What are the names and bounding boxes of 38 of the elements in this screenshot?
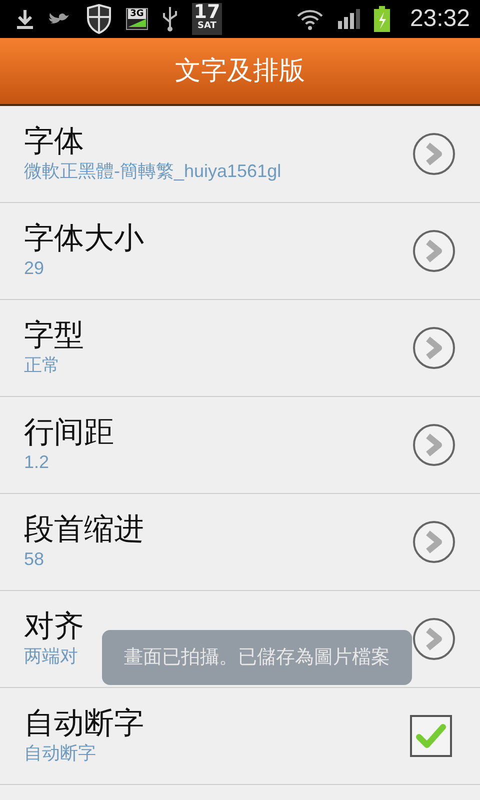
setting-title: 字体大小	[24, 221, 144, 258]
setting-row[interactable]: 字体 微軟正黑體-簡轉繁_huiya1561gl	[0, 106, 480, 203]
setting-title: 行间距	[24, 415, 114, 452]
signal-icon	[338, 9, 360, 29]
battery-charging-icon	[374, 6, 390, 32]
setting-value: 1.2	[24, 451, 50, 474]
chevron-right-icon[interactable]	[412, 617, 456, 661]
setting-title: 段首缩进	[24, 512, 144, 548]
toast-message: 畫面已拍攝。已儲存為圖片檔案	[102, 630, 412, 685]
setting-row[interactable]: 字型 正常	[0, 300, 480, 397]
setting-value: 29	[24, 257, 46, 280]
screen-title: 文字及排版	[175, 54, 305, 88]
shield-icon	[86, 4, 112, 34]
setting-value: 两端对	[24, 645, 79, 668]
setting-row[interactable]: 行间距 1.2	[0, 397, 480, 494]
usb-icon	[162, 6, 178, 32]
chevron-right-icon[interactable]	[412, 132, 456, 176]
setting-value: 58	[24, 548, 46, 572]
download-icon	[16, 8, 34, 30]
chevron-right-icon[interactable]	[412, 326, 456, 370]
calendar-icon: 17 SAT	[192, 3, 222, 35]
setting-value: 正常	[24, 354, 61, 378]
setting-row[interactable]: 自动断字 自动断字	[0, 688, 480, 785]
chevron-right-icon[interactable]	[412, 423, 456, 467]
setting-row[interactable]: 字体大小 29	[0, 203, 480, 300]
chevron-right-icon[interactable]	[412, 520, 456, 564]
checkbox[interactable]	[410, 715, 452, 757]
setting-row[interactable]: 段首缩进 58	[0, 494, 480, 591]
setting-value: 自动断字	[24, 742, 97, 766]
wifi-icon	[296, 8, 324, 30]
setting-title: 字体	[24, 124, 85, 160]
setting-title: 对齐	[24, 609, 84, 646]
chevron-right-icon[interactable]	[412, 229, 456, 273]
setting-title: 字型	[24, 318, 84, 354]
network-icon: 3G	[126, 8, 148, 30]
setting-title: 自动断字	[24, 706, 144, 742]
clock-time: 23:32	[410, 4, 470, 34]
setting-value: 微軟正黑體-簡轉繁_huiya1561gl	[24, 160, 282, 184]
